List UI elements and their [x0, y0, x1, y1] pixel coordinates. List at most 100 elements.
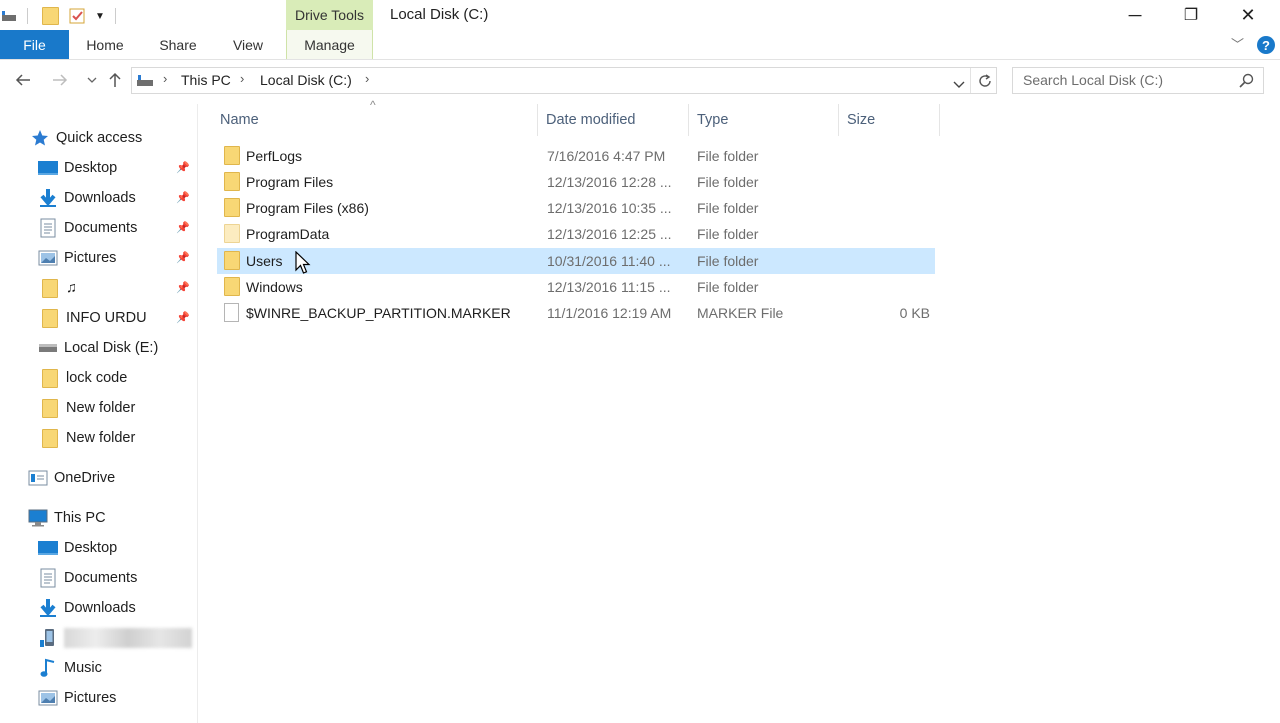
sidebar-item-desktop[interactable]: Desktop: [38, 153, 117, 183]
folder-icon: [40, 368, 60, 388]
pin-icon[interactable]: 📌: [176, 281, 190, 294]
folder-icon: [40, 278, 60, 298]
pin-icon[interactable]: 📌: [176, 311, 190, 324]
sidebar-item-label: ♫: [66, 280, 77, 296]
documents-icon: [38, 218, 58, 238]
sidebar-item-quick-access[interactable]: Quick access: [30, 123, 142, 153]
music-icon: [38, 658, 58, 678]
file-date: 11/1/2016 12:19 AM: [547, 305, 672, 321]
sidebar-item-pc-documents[interactable]: Documents: [38, 563, 137, 593]
sidebar-item-downloads[interactable]: Downloads: [38, 183, 136, 213]
sidebar-item-label: New folder: [66, 400, 136, 416]
sidebar-item-pc-desktop[interactable]: Desktop: [38, 533, 117, 563]
documents-icon: [38, 568, 58, 588]
search-box[interactable]: [1012, 67, 1264, 94]
recent-locations-chevron-icon[interactable]: [80, 68, 104, 92]
table-row[interactable]: Program Files 12/13/2016 12:28 ... File …: [217, 169, 935, 195]
sidebar-item-pc-downloads[interactable]: Downloads: [38, 593, 136, 623]
breadcrumb-local-disk-c[interactable]: Local Disk (C:): [260, 72, 352, 88]
pin-icon[interactable]: 📌: [176, 251, 190, 264]
folder-icon: [224, 146, 240, 165]
sidebar-item-label: Downloads: [64, 600, 136, 616]
table-row[interactable]: ProgramData 12/13/2016 12:25 ... File fo…: [217, 221, 935, 247]
breadcrumb-separator-icon[interactable]: ›: [163, 71, 167, 86]
sidebar-item-new-folder-2[interactable]: New folder: [40, 423, 135, 453]
sidebar-item-pc-device[interactable]: [38, 623, 192, 653]
minimize-button[interactable]: ─: [1107, 0, 1163, 30]
table-row[interactable]: $WINRE_BACKUP_PARTITION.MARKER 11/1/2016…: [217, 300, 935, 326]
sidebar-item-documents[interactable]: Documents: [38, 213, 137, 243]
tab-file[interactable]: File: [0, 30, 69, 59]
sidebar-item-local-disk-e[interactable]: Local Disk (E:): [38, 333, 158, 363]
search-icon[interactable]: [1239, 73, 1255, 94]
phone-icon: [38, 628, 58, 648]
context-tab-group-label: Drive Tools: [286, 0, 373, 30]
file-name: PerfLogs: [246, 148, 303, 164]
refresh-icon[interactable]: [977, 73, 993, 94]
folder-icon: [40, 428, 60, 448]
tab-home[interactable]: Home: [80, 30, 130, 59]
table-row-hovered[interactable]: Users 10/31/2016 11:40 ... File folder: [217, 248, 935, 274]
sidebar-item-label: Documents: [64, 220, 138, 236]
sidebar-item-label: Documents: [64, 570, 138, 586]
folder-icon: [224, 198, 240, 217]
pictures-icon: [38, 688, 58, 708]
tab-manage[interactable]: Manage: [286, 30, 373, 59]
folder-icon: [40, 398, 60, 418]
file-date: 12/13/2016 10:35 ...: [547, 200, 672, 216]
pin-icon[interactable]: 📌: [176, 221, 190, 234]
close-button[interactable]: ✕: [1220, 0, 1276, 30]
expand-ribbon-icon[interactable]: ﹀: [1231, 34, 1244, 53]
sidebar-item-music-note-folder[interactable]: ♫: [40, 273, 77, 303]
tab-share[interactable]: Share: [152, 30, 204, 59]
file-type: File folder: [697, 200, 759, 216]
desktop-icon: [38, 538, 58, 558]
sidebar-item-label: Desktop: [64, 160, 118, 176]
pin-icon[interactable]: 📌: [176, 191, 190, 204]
search-input[interactable]: [1023, 72, 1233, 88]
file-name: Windows: [246, 279, 303, 295]
mouse-cursor-icon: [295, 250, 311, 280]
table-row[interactable]: PerfLogs 7/16/2016 4:47 PM File folder: [217, 143, 935, 169]
sidebar-item-pc-pictures[interactable]: Pictures: [38, 683, 116, 713]
sidebar-item-label: New folder: [66, 430, 136, 446]
help-icon[interactable]: ?: [1257, 36, 1275, 54]
table-row[interactable]: Windows 12/13/2016 11:15 ... File folder: [217, 274, 935, 300]
column-header-type[interactable]: Type: [689, 104, 839, 136]
column-header-name[interactable]: Name: [212, 104, 538, 136]
file-name: Program Files (x86): [246, 200, 369, 216]
file-type: File folder: [697, 279, 759, 295]
address-bar[interactable]: › This PC › Local Disk (C:) ›: [131, 67, 997, 94]
column-header-date-modified[interactable]: Date modified: [538, 104, 689, 136]
sidebar-item-label: Downloads: [64, 190, 136, 206]
up-button[interactable]: [103, 68, 127, 92]
drive-icon[interactable]: [0, 6, 18, 26]
customize-toolbar-icon[interactable]: ▼: [93, 6, 107, 26]
tab-view[interactable]: View: [225, 30, 271, 59]
address-history-chevron-icon[interactable]: [953, 76, 965, 94]
sidebar-item-onedrive[interactable]: OneDrive: [28, 463, 115, 493]
folder-icon: [40, 308, 60, 328]
pin-icon[interactable]: 📌: [176, 161, 190, 174]
file-type: File folder: [697, 148, 759, 164]
file-name: ProgramData: [246, 226, 330, 242]
breadcrumb-separator-icon[interactable]: ›: [365, 71, 369, 86]
sidebar-item-lock-code[interactable]: lock code: [40, 363, 127, 393]
breadcrumb-this-pc[interactable]: This PC: [181, 72, 231, 88]
column-header-size[interactable]: Size: [839, 104, 940, 136]
sidebar-item-pc-music[interactable]: Music: [38, 653, 102, 683]
file-type: File folder: [697, 253, 759, 269]
forward-button[interactable]: [48, 68, 72, 92]
back-button[interactable]: [11, 68, 35, 92]
table-row[interactable]: Program Files (x86) 12/13/2016 10:35 ...…: [217, 195, 935, 221]
file-type: File folder: [697, 226, 759, 242]
sidebar-item-new-folder[interactable]: New folder: [40, 393, 135, 423]
new-folder-icon[interactable]: [40, 6, 60, 26]
sidebar-item-this-pc[interactable]: This PC: [28, 503, 106, 533]
restore-button[interactable]: ❐: [1163, 0, 1219, 30]
breadcrumb-separator-icon[interactable]: ›: [240, 71, 244, 86]
sidebar-item-info-urdu[interactable]: INFO URDU: [40, 303, 147, 333]
properties-icon[interactable]: [67, 6, 87, 26]
sidebar-item-pictures[interactable]: Pictures: [38, 243, 116, 273]
navigation-pane: Quick access Desktop 📌 Downloads 📌 Docum…: [0, 104, 198, 723]
